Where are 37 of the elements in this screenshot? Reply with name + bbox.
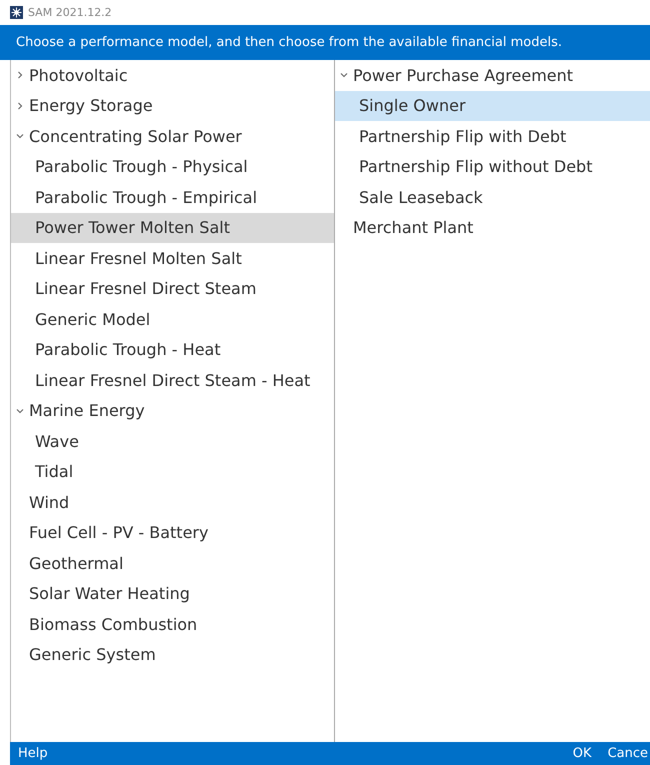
- cancel-button[interactable]: Cance: [600, 746, 650, 761]
- chevron-icon[interactable]: [340, 71, 348, 79]
- tree-item[interactable]: Photovoltaic: [11, 60, 334, 90]
- tree-item[interactable]: Concentrating Solar Power: [11, 121, 334, 152]
- tree-item[interactable]: Wave: [11, 426, 334, 456]
- tree-item[interactable]: Tidal: [11, 456, 334, 487]
- ok-button[interactable]: OK: [564, 746, 600, 761]
- tree-item[interactable]: Merchant Plant: [335, 212, 650, 243]
- chevron-icon[interactable]: [16, 102, 24, 110]
- tree-item[interactable]: Linear Fresnel Direct Steam - Heat: [11, 365, 334, 396]
- tree-item[interactable]: Energy Storage: [11, 90, 334, 121]
- tree-item[interactable]: Geothermal: [11, 548, 334, 578]
- tree-item[interactable]: Marine Energy: [11, 396, 334, 426]
- tree-item[interactable]: Parabolic Trough - Heat: [11, 334, 334, 365]
- tree-item[interactable]: Generic Model: [11, 304, 334, 334]
- app-logo-icon: [10, 6, 23, 19]
- tree-item[interactable]: Partnership Flip without Debt: [335, 152, 650, 182]
- tree-item[interactable]: Power Tower Molten Salt: [11, 212, 334, 243]
- instruction-text: Choose a performance model, and then choose from the available financial models.: [16, 35, 562, 50]
- tree-item[interactable]: Single Owner: [335, 90, 650, 121]
- tree-item[interactable]: Biomass Combustion: [11, 609, 334, 640]
- tree-item[interactable]: Partnership Flip with Debt: [335, 121, 650, 152]
- tree-item[interactable]: Parabolic Trough - Physical: [11, 152, 334, 182]
- tree-item[interactable]: Linear Fresnel Direct Steam: [11, 274, 334, 304]
- chevron-icon[interactable]: [16, 132, 24, 140]
- tree-item[interactable]: Solar Water Heating: [11, 578, 334, 609]
- chevron-icon[interactable]: [16, 71, 24, 79]
- tree-item[interactable]: Sale Leaseback: [335, 182, 650, 212]
- tree-item[interactable]: Wind: [11, 487, 334, 518]
- tree-item[interactable]: Fuel Cell - PV - Battery: [11, 518, 334, 548]
- window-title: SAM 2021.12.2: [28, 6, 112, 19]
- tree-item[interactable]: Linear Fresnel Molten Salt: [11, 243, 334, 274]
- help-button[interactable]: Help: [10, 746, 56, 761]
- chevron-icon[interactable]: [16, 406, 24, 414]
- tree-item[interactable]: Generic System: [11, 640, 334, 670]
- tree-item[interactable]: Parabolic Trough - Empirical: [11, 182, 334, 212]
- tree-item[interactable]: Power Purchase Agreement: [335, 60, 650, 90]
